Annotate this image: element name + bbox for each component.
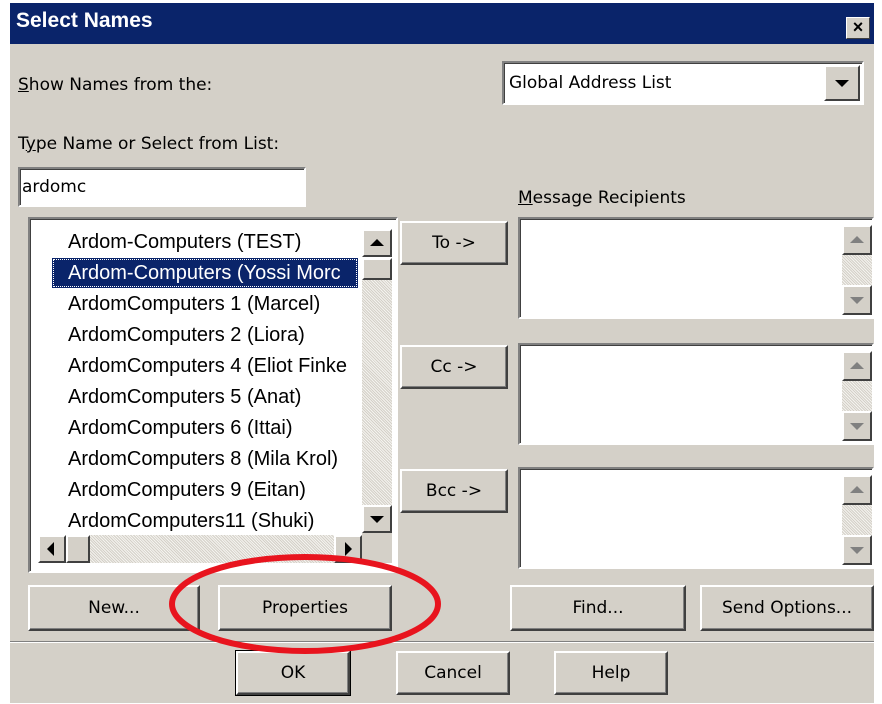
list-item[interactable]: ArdomComputers 1 (Marcel) <box>68 289 358 319</box>
new-button-label: New... <box>88 598 140 618</box>
search-mnemonic: y <box>25 134 36 154</box>
bcc-button-label: Bcc -> <box>425 481 483 501</box>
list-item[interactable]: ArdomComputers 8 (Mila Krol) <box>68 444 358 474</box>
title-bar: Select Names × <box>10 3 874 44</box>
to-scroll-down-button <box>842 285 872 315</box>
send-options-button-label: Send Options... <box>721 598 853 618</box>
help-button[interactable]: Help <box>554 651 668 695</box>
search-input-value: ardomc <box>22 177 87 197</box>
bcc-scroll-track <box>842 505 872 535</box>
arrow-down-icon <box>370 516 384 523</box>
ok-button-label: OK <box>280 663 306 683</box>
list-item[interactable]: ArdomComputers 6 (Ittai) <box>68 413 358 443</box>
dialog-title: Select Names <box>16 9 153 32</box>
arrow-up-icon <box>850 236 864 243</box>
list-scroll-thumb[interactable] <box>362 258 392 280</box>
list-scroll-down-button[interactable] <box>362 505 392 533</box>
list-hscroll-track[interactable] <box>90 535 334 563</box>
cc-scroll-track <box>842 381 872 411</box>
bcc-recipients-box[interactable] <box>518 467 874 569</box>
search-label: Type Name or Select from List: <box>18 134 280 154</box>
cc-scroll-down-button <box>842 411 872 441</box>
cc-button[interactable]: Cc -> <box>400 345 508 389</box>
arrow-down-icon <box>850 547 864 554</box>
to-scroll-track <box>842 255 872 285</box>
arrow-right-icon <box>345 542 352 556</box>
list-item[interactable]: ArdomComputers 4 (Eliot Finke <box>68 351 358 381</box>
list-item[interactable]: Ardom-Computers (TEST) <box>68 227 358 257</box>
list-scroll-right-button[interactable] <box>334 535 362 563</box>
properties-button-label: Properties <box>262 598 348 618</box>
search-input[interactable]: ardomc <box>18 167 306 207</box>
help-button-label: Help <box>591 663 631 683</box>
select-names-dialog: Select Names × Show Names from the: Glob… <box>10 3 874 703</box>
bcc-scroll-down-button <box>842 535 872 565</box>
address-book-dropdown[interactable]: Global Address List <box>502 61 864 105</box>
to-recipients-box[interactable] <box>518 217 874 319</box>
list-item[interactable]: ArdomComputers11 (Shuki) <box>68 506 358 536</box>
scroll-corner <box>362 533 392 563</box>
to-scroll-up-button <box>842 225 872 255</box>
ok-button[interactable]: OK <box>235 650 351 696</box>
close-button[interactable]: × <box>846 17 870 39</box>
cancel-button-label: Cancel <box>424 663 482 683</box>
names-list[interactable]: Ardom-Computers (TEST) Ardom-Computers (Y… <box>28 217 398 573</box>
list-scroll-track[interactable] <box>362 280 392 505</box>
bcc-scroll-up-button <box>842 475 872 505</box>
bcc-button[interactable]: Bcc -> <box>400 469 508 513</box>
to-button-label: To -> <box>432 233 476 253</box>
list-item[interactable]: ArdomComputers 2 (Liora) <box>68 320 358 350</box>
arrow-left-icon <box>47 542 54 556</box>
arrow-up-icon <box>850 486 864 493</box>
arrow-down-icon <box>850 297 864 304</box>
list-scroll-up-button[interactable] <box>362 229 392 257</box>
close-icon: × <box>852 17 864 37</box>
find-button[interactable]: Find... <box>510 585 686 631</box>
separator <box>10 641 874 643</box>
properties-button[interactable]: Properties <box>218 585 392 631</box>
address-book-dropdown-button[interactable] <box>824 65 860 101</box>
send-options-button[interactable]: Send Options... <box>700 585 874 631</box>
show-names-label-text: how Names from the: <box>28 75 213 95</box>
list-scroll-left-button[interactable] <box>38 535 66 563</box>
cc-button-label: Cc -> <box>430 357 478 377</box>
cancel-button[interactable]: Cancel <box>396 651 510 695</box>
to-button[interactable]: To -> <box>400 221 508 265</box>
new-button[interactable]: New... <box>28 585 200 631</box>
find-button-label: Find... <box>572 598 624 618</box>
list-item[interactable]: ArdomComputers 5 (Anat) <box>68 382 358 412</box>
arrow-up-icon <box>850 362 864 369</box>
chevron-down-icon <box>835 80 849 87</box>
message-recipients-label: Message Recipients <box>518 188 686 208</box>
cc-scroll-up-button <box>842 351 872 381</box>
address-book-value: Global Address List <box>509 73 672 93</box>
arrow-down-icon <box>850 423 864 430</box>
recipients-label-text: essage Recipients <box>532 188 686 208</box>
list-item[interactable]: ArdomComputers 9 (Eitan) <box>68 475 358 505</box>
show-names-mnemonic: S <box>18 75 29 95</box>
cc-recipients-box[interactable] <box>518 343 874 445</box>
arrow-up-icon <box>370 239 384 246</box>
list-item-selected[interactable]: Ardom-Computers (Yossi Morc <box>52 258 358 288</box>
recipients-mnemonic: M <box>518 188 533 208</box>
search-label-text: pe Name or Select from List: <box>35 134 280 154</box>
show-names-label: Show Names from the: <box>18 75 212 95</box>
list-hscroll-thumb[interactable] <box>66 535 90 563</box>
